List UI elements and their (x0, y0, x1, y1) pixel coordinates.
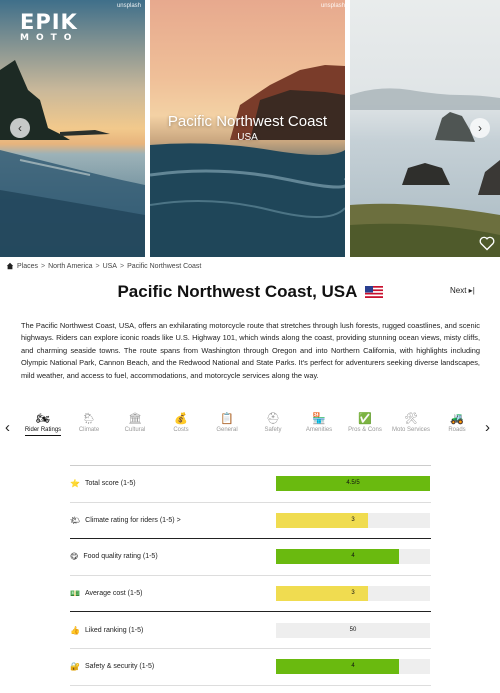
store-icon: 🏪 (312, 412, 326, 425)
tab-label: Climate (78, 427, 100, 433)
page-title: Pacific Northwest Coast, USA (117, 282, 357, 301)
museum-icon: 🏛 (128, 412, 142, 425)
rating-label: 👍 Liked ranking (1-5) (70, 626, 143, 635)
rating-value: 3 (351, 516, 355, 523)
chevron-right-icon[interactable]: › (485, 419, 490, 436)
rating-row: ⭐ Total score (1-5) 4.5/5 (70, 466, 431, 503)
chevron-left-icon: ‹ (18, 121, 22, 135)
photo-credit: unsplash (116, 3, 141, 9)
breadcrumb-item-current: Pacific Northwest Coast (127, 262, 202, 270)
rating-value: 4 (351, 553, 355, 560)
rating-label: 🔐 Safety & security (1-5) (70, 662, 154, 671)
rating-label-text: Total score (1-5) (84, 480, 136, 488)
tab-label: Costs (173, 427, 189, 433)
breadcrumb-item-usa[interactable]: USA (103, 263, 117, 270)
rider-ratings-list: ⭐ Total score (1-5) 4.5/5 🌤 Climate rating f… (70, 465, 431, 686)
breadcrumb-separator: > (119, 262, 125, 270)
tab-label: Amenities (305, 427, 333, 433)
rating-label-text: Liked ranking (1-5) (84, 626, 144, 634)
rating-emoji-icon: 🌤 (70, 515, 81, 525)
rating-value: 4.5/5 (346, 480, 360, 487)
rating-emoji-icon: 💵 (70, 589, 80, 599)
epik-moto-logo[interactable]: EPIK MOTO (20, 12, 78, 43)
tab-label: Safety (264, 427, 282, 433)
rating-emoji-icon: ⭐ (70, 479, 80, 489)
gallery-prev-button[interactable]: ‹ (10, 118, 30, 138)
tab-general[interactable]: 📋 General (204, 410, 250, 433)
breadcrumb-item-north-america[interactable]: North America (48, 263, 92, 270)
chevron-right-icon: › (478, 121, 482, 135)
rating-bar: 4 (276, 549, 430, 565)
rating-emoji-icon: 👍 (70, 625, 80, 635)
place-description: The Pacific Northwest Coast, USA, offers… (21, 321, 480, 380)
rating-value: 4 (351, 663, 355, 670)
tab-rider-ratings[interactable]: 🏍 Rider Ratings (20, 410, 66, 436)
clipboard-icon: 📋 (220, 412, 234, 425)
rating-bar: 4 (276, 659, 430, 675)
page-title-row: Pacific Northwest Coast, USA (0, 282, 500, 302)
tab-label: General (216, 427, 238, 433)
rating-row: 😋 Food quality rating (1-5) 4 (70, 539, 431, 576)
check-icon: ✅ (358, 412, 372, 425)
rating-label-text: Climate rating for riders (1-5) > (85, 516, 181, 524)
tab-amenities[interactable]: 🏪 Amenities (296, 410, 342, 433)
next-button[interactable]: Next ▸| (450, 286, 475, 295)
rating-label-text: Safety & security (1-5) (84, 663, 155, 671)
tools-icon: 🛠 (404, 412, 418, 425)
gallery-next-button[interactable]: › (470, 118, 490, 138)
tab-costs[interactable]: 💰 Costs (158, 410, 204, 433)
home-icon[interactable] (6, 262, 14, 270)
hero-subtitle: USA (237, 132, 258, 143)
breadcrumb-separator: > (95, 262, 100, 270)
tab-label: Cultural (124, 427, 146, 433)
rating-label: 😋 Food quality rating (1-5) (70, 552, 158, 561)
rating-emoji-icon: 🔐 (70, 662, 80, 672)
chevron-left-icon[interactable]: ‹ (5, 419, 10, 436)
hero-title: Pacific Northwest Coast (167, 113, 328, 130)
rating-bar: 3 (276, 512, 430, 528)
money-bag-icon: 💰 (174, 412, 188, 425)
rating-row: 💵 Average cost (1-5) 3 (70, 576, 431, 613)
tab-roads[interactable]: 🚜 Roads (434, 410, 480, 433)
tab-moto-services[interactable]: 🛠 Moto Services (388, 410, 434, 433)
tab-pros-cons[interactable]: ✅ Pros & Cons (342, 410, 388, 433)
rating-label: 💵 Average cost (1-5) (70, 589, 142, 598)
tab-label: Moto Services (391, 427, 430, 433)
tab-label: Rider Ratings (24, 427, 62, 436)
breadcrumb: Places > North America > USA > Pacific N… (6, 262, 201, 270)
logo-text: EPIK (20, 10, 78, 34)
rating-bar: 3 (276, 586, 430, 602)
rating-value: 3 (351, 590, 355, 597)
us-flag-icon (364, 286, 383, 298)
tab-label: Roads (448, 427, 466, 433)
hero-caption: Pacific Northwest Coast USA (150, 113, 345, 143)
photo-credit: unsplash (320, 3, 345, 9)
motorcycle-icon: 🏍 (36, 412, 50, 425)
tab-climate[interactable]: 🌦 Climate (66, 410, 112, 433)
rating-label-text: Food quality rating (1-5) (83, 553, 158, 561)
breadcrumb-item-places[interactable]: Places (17, 263, 38, 270)
logo-subtext: MOTO (20, 33, 79, 43)
rating-bar: 4.5/5 (276, 476, 430, 492)
tab-safety[interactable]: ⛑ Safety (250, 410, 296, 433)
rating-label: ⭐ Total score (1-5) (70, 479, 136, 488)
tab-label: Pros & Cons (348, 427, 382, 433)
road-icon: 🚜 (450, 412, 464, 425)
tab-cultural[interactable]: 🏛 Cultural (112, 410, 158, 433)
weather-icon: 🌦 (82, 412, 96, 425)
rating-bar: 50 (276, 622, 430, 638)
rating-label-text: Average cost (1-5) (84, 590, 143, 598)
rating-row: 🌤 Climate rating for riders (1-5) > 3 (70, 503, 431, 540)
lifebuoy-icon: ⛑ (266, 412, 280, 425)
heart-icon[interactable] (479, 236, 495, 251)
rating-emoji-icon: 😋 (70, 552, 79, 562)
rating-row: 👍 Liked ranking (1-5) 50 (70, 612, 431, 649)
rating-row: 🔐 Safety & security (1-5) 4 (70, 649, 431, 686)
rating-value: 50 (349, 626, 357, 633)
hero-gallery: unsplash unsplash EPIK MOTO Pacific Nort… (0, 0, 500, 257)
breadcrumb-separator: > (41, 262, 46, 270)
rating-label[interactable]: 🌤 Climate rating for riders (1-5) > (70, 516, 181, 525)
category-tabs: ‹ 🏍 Rider Ratings 🌦 Climate 🏛 Cultural 💰 Costs 📋… (0, 410, 500, 446)
